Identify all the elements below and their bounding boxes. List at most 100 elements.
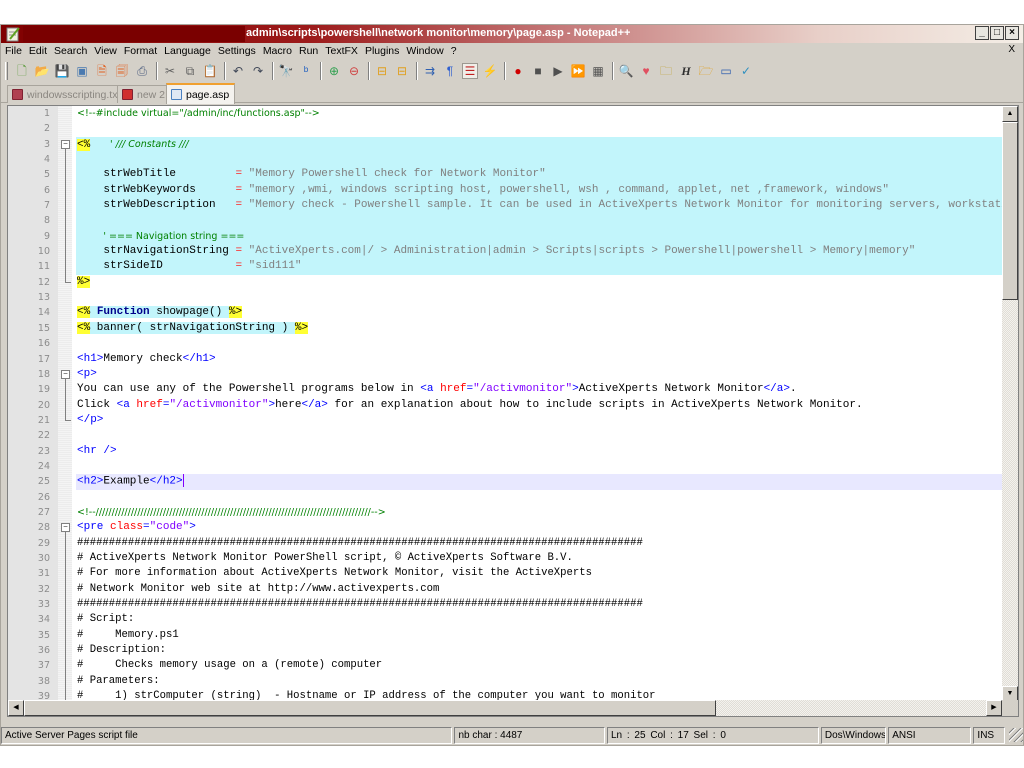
paste-button[interactable]: 📋 [202,63,218,79]
minimize-button[interactable]: _ [975,26,989,40]
code-line[interactable]: 19 You can use any of the Powershell prog… [8,382,1002,398]
close-document-button[interactable]: X [1008,44,1015,55]
run-macro-multiple-button[interactable]: ⏩ [570,63,586,79]
code-text[interactable]: # Description: [76,643,1002,658]
code-line[interactable]: 15 <% banner( strNavigationString ) %> [8,321,1002,336]
status-insert-mode[interactable]: INS [973,726,1006,744]
title-bar[interactable]: admin\scripts\powershell\network monitor… [1,25,1023,43]
new-file-button[interactable]: 🗋 [14,63,30,79]
maximize-button[interactable]: □ [990,26,1004,40]
code-line[interactable]: 12 %> [8,274,1002,290]
indent-guide-button[interactable]: ☰ [462,63,478,79]
code-text[interactable] [76,213,1002,229]
menu-language[interactable]: Language [164,45,211,57]
code-line[interactable]: 25 <h2>Example</h2> [8,474,1002,490]
cut-button[interactable]: ✂ [162,63,178,79]
code-line[interactable]: 13 [8,290,1002,305]
code-line[interactable]: 3 − <% ' /// Constants /// [8,136,1002,153]
close-file-button[interactable]: 🗎 [94,63,110,79]
vertical-scroll-thumb[interactable] [1002,122,1018,300]
save-macro-button[interactable]: ▦ [590,63,606,79]
code-line[interactable]: 21 </p> [8,412,1002,428]
folder-binoculars-button[interactable]: 🗀 [658,63,674,79]
code-text[interactable]: <p> [76,367,1002,382]
code-line[interactable]: 18 − <p> [8,367,1002,383]
code-text[interactable]: <hr /> [76,444,1002,459]
code-text[interactable]: strWebKeywords = "memory ,wmi, windows s… [76,182,1002,199]
tab-page-asp[interactable]: page.asp [166,83,236,104]
code-line[interactable]: 23 <hr /> [8,444,1002,459]
sync-vertical-button[interactable]: ⊟ [374,63,390,79]
user-lang-button[interactable]: ⚡ [482,63,498,79]
record-macro-button[interactable]: ● [510,63,526,79]
close-button[interactable]: × [1005,26,1019,40]
tab-windowsscripting-txt[interactable]: windowsscripting.txt [7,85,127,103]
code-line[interactable]: 7 strWebDescription = "Memory check - Po… [8,198,1018,214]
save-button[interactable]: 💾 [54,63,70,79]
word-wrap-button[interactable]: ⇉ [422,63,438,79]
vertical-scrollbar[interactable]: ▲ ▼ [1002,106,1018,702]
code-line[interactable]: 30 # ActiveXperts Network Monitor PowerSh… [8,550,1002,567]
horizontal-scroll-thumb[interactable] [24,700,716,716]
code-text[interactable]: strNavigationString = "ActiveXperts.com|… [76,244,1002,260]
code-line[interactable]: 31 # For more information about ActiveXpe… [8,566,1002,582]
code-text[interactable]: You can use any of the Powershell progra… [76,382,1002,397]
toolbar-grip[interactable] [5,62,8,80]
menu-window[interactable]: Window [406,45,443,57]
fold-toggle-icon[interactable]: − [61,523,70,533]
code-text[interactable]: strSideID = "sid111" [76,259,1002,275]
scroll-right-button[interactable]: ▶ [986,700,1002,716]
close-all-button[interactable]: 🗐 [114,63,130,79]
code-line[interactable]: 26 [8,490,1002,505]
code-line[interactable]: 5 strWebTitle = "Memory Powershell check… [8,167,1002,183]
code-text[interactable]: Click <a href="/activmonitor">here</a> f… [76,398,1002,413]
scroll-left-button[interactable]: ◀ [8,700,24,716]
code-line[interactable]: 22 [8,428,1002,443]
code-text[interactable]: # ActiveXperts Network Monitor PowerShel… [76,551,1002,566]
menu-search[interactable]: Search [54,45,87,57]
code-line[interactable]: 16 [8,336,1002,351]
code-text[interactable]: # Memory.ps1 [76,628,1002,643]
code-line[interactable]: 20 Click <a href="/activmonitor">here</a>… [8,397,1002,413]
menu-file[interactable]: File [5,45,22,57]
open-file-button[interactable]: 📂 [34,63,50,79]
code-text[interactable]: <!--#include virtual="/admin/inc/functio… [76,106,1002,121]
explorer-button[interactable]: 🗁 [698,63,714,79]
code-text[interactable]: ' === Navigation string === [76,228,1002,245]
save-all-button[interactable]: ▣ [74,63,90,79]
spell-check-button[interactable]: ✓ [738,63,754,79]
stop-macro-button[interactable]: ■ [530,63,546,79]
code-text[interactable] [76,428,1002,443]
code-text[interactable] [76,121,1002,136]
console-button[interactable]: ▭ [718,63,734,79]
code-text[interactable]: ########################################… [76,536,1002,551]
code-text[interactable]: # Script: [76,612,1002,627]
code-text[interactable]: <!--////////////////////////////////////… [76,505,1002,520]
code-line[interactable]: 37 # Checks memory usage on a (remote) co… [8,658,1002,674]
horizontal-scrollbar[interactable]: ◀ ▶ [8,700,1002,716]
undo-button[interactable]: ↶ [230,63,246,79]
code-line[interactable]: 17 <h1>Memory check</h1> [8,352,1002,367]
fold-toggle-icon[interactable]: − [61,139,70,149]
code-lines[interactable]: 1 <!--#include virtual="/admin/inc/functi… [8,106,1018,705]
code-text[interactable]: # Parameters: [76,674,1002,689]
scroll-up-button[interactable]: ▲ [1002,106,1018,122]
header-button[interactable]: H [678,63,694,79]
code-text[interactable]: # For more information about ActiveXpert… [76,566,1002,581]
code-line[interactable]: 24 [8,459,1002,474]
menu-macro[interactable]: Macro [263,45,292,57]
code-line[interactable]: 14 <% Function showpage() %> [8,305,1002,320]
code-line[interactable]: 10 strNavigationString = "ActiveXperts.c… [8,244,1002,260]
code-text[interactable]: <h2>Example</h2> [76,474,1002,490]
menu-plugins[interactable]: Plugins [365,45,399,57]
show-all-chars-button[interactable]: ¶ [442,63,458,79]
favorites-button[interactable]: ♥ [638,63,654,79]
play-macro-button[interactable]: ▶ [550,63,566,79]
menu-run[interactable]: Run [299,45,318,57]
code-line[interactable]: 1 <!--#include virtual="/admin/inc/functi… [8,106,1002,121]
code-text[interactable]: <% ' /// Constants /// [76,136,1002,153]
status-eol-format[interactable]: Dos\Windows [820,726,887,744]
code-text[interactable] [76,336,1002,351]
code-text[interactable]: ########################################… [76,597,1002,612]
code-editor[interactable]: 1 <!--#include virtual="/admin/inc/functi… [7,105,1019,717]
